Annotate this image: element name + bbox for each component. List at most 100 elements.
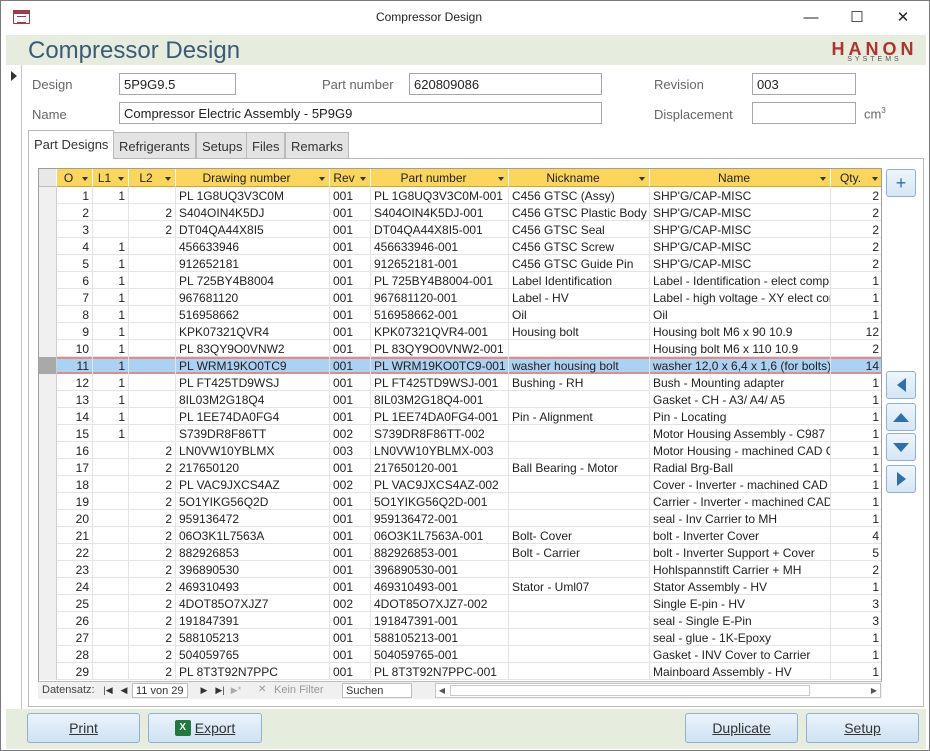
table-cell[interactable]: 11 <box>57 357 93 374</box>
table-cell[interactable] <box>129 272 176 289</box>
table-row[interactable]: 25 2 4DOT85O7XJZ7 002 4DOT85O7XJZ7-002 Single… <box>39 595 881 612</box>
table-cell[interactable]: 001 <box>330 561 371 578</box>
table-cell[interactable]: 2 <box>129 510 176 527</box>
table-cell[interactable]: Oil <box>650 306 831 323</box>
table-cell[interactable]: 1 <box>831 289 881 306</box>
table-cell[interactable]: PL 1EE74DA0FG4-001 <box>371 408 509 425</box>
table-cell[interactable] <box>129 323 176 340</box>
table-cell[interactable]: 12 <box>57 374 93 391</box>
table-cell[interactable]: 7 <box>57 289 93 306</box>
tab-part-designs[interactable]: Part Designs <box>28 130 115 159</box>
table-cell[interactable]: Pin - Locating <box>650 408 831 425</box>
table-cell[interactable]: Housing bolt M6 x 110 10.9 <box>650 340 831 357</box>
table-row[interactable]: 7 1 967681120 001 967681120-001 Label - HV Lab… <box>39 289 881 306</box>
table-cell[interactable]: 20 <box>57 510 93 527</box>
record-selector[interactable] <box>6 65 22 709</box>
design-field[interactable]: 5P9G9.5 <box>119 73 236 95</box>
table-cell[interactable] <box>509 340 650 357</box>
table-cell[interactable]: Housing bolt <box>509 323 650 340</box>
table-cell[interactable]: seal - glue - 1K-Epoxy <box>650 629 831 646</box>
table-cell[interactable]: 3 <box>831 612 881 629</box>
table-cell[interactable]: 001 <box>330 204 371 221</box>
current-record-field[interactable]: 11 von 29 <box>132 683 188 698</box>
column-header[interactable]: Part number <box>371 169 509 187</box>
column-header[interactable]: L1 <box>93 169 129 187</box>
table-cell[interactable]: Label - Identification - elect compr <box>650 272 831 289</box>
table-cell[interactable] <box>93 204 129 221</box>
table-cell[interactable]: 2 <box>129 527 176 544</box>
first-record-button[interactable]: |◀ <box>102 683 114 697</box>
row-selector[interactable] <box>39 612 57 629</box>
table-cell[interactable]: 588105213-001 <box>371 629 509 646</box>
row-selector[interactable] <box>39 289 57 306</box>
row-selector[interactable] <box>39 442 57 459</box>
table-cell[interactable]: 2 <box>129 578 176 595</box>
table-cell[interactable] <box>93 510 129 527</box>
row-selector[interactable] <box>39 391 57 408</box>
table-cell[interactable]: 1 <box>831 578 881 595</box>
table-cell[interactable]: 29 <box>57 663 93 680</box>
select-all-corner[interactable] <box>39 169 57 187</box>
table-cell[interactable]: 001 <box>330 391 371 408</box>
table-cell[interactable]: 959136472-001 <box>371 510 509 527</box>
table-cell[interactable] <box>509 595 650 612</box>
table-cell[interactable]: 504059765 <box>176 646 330 663</box>
table-cell[interactable] <box>509 629 650 646</box>
table-row[interactable]: 20 2 959136472 001 959136472-001 seal - Inv C… <box>39 510 881 527</box>
table-cell[interactable] <box>93 459 129 476</box>
duplicate-button[interactable]: Duplicate <box>685 713 798 743</box>
table-cell[interactable]: 5 <box>831 544 881 561</box>
table-cell[interactable]: 2 <box>831 187 881 204</box>
row-selector[interactable] <box>39 255 57 272</box>
row-selector[interactable] <box>39 221 57 238</box>
table-cell[interactable]: 001 <box>330 374 371 391</box>
table-cell[interactable]: S739DR8F86TT <box>176 425 330 442</box>
table-cell[interactable]: 001 <box>330 510 371 527</box>
table-cell[interactable]: 588105213 <box>176 629 330 646</box>
table-cell[interactable]: KPK07321QVR4-001 <box>371 323 509 340</box>
table-cell[interactable]: 6 <box>57 272 93 289</box>
table-row[interactable]: 1 1 PL 1G8UQ3V3C0M 001 PL 1G8UQ3V3C0M-001 C45… <box>39 187 881 204</box>
move-left-button[interactable] <box>886 371 916 399</box>
table-cell[interactable]: 001 <box>330 646 371 663</box>
table-cell[interactable]: PL 725BY4B8004 <box>176 272 330 289</box>
table-cell[interactable]: DT04QA44X8I5 <box>176 221 330 238</box>
table-cell[interactable]: Single E-pin - HV <box>650 595 831 612</box>
table-cell[interactable]: Label Identification <box>509 272 650 289</box>
table-cell[interactable]: LN0VW10YBLMX-003 <box>371 442 509 459</box>
table-cell[interactable]: 4 <box>831 527 881 544</box>
table-cell[interactable]: 26 <box>57 612 93 629</box>
row-selector[interactable] <box>39 204 57 221</box>
table-cell[interactable]: 5 <box>57 255 93 272</box>
minimize-button[interactable]: — <box>788 1 834 33</box>
table-row[interactable]: 15 1 S739DR8F86TT 002 S739DR8F86TT-002 Motor … <box>39 425 881 442</box>
table-cell[interactable]: 2 <box>831 561 881 578</box>
table-cell[interactable]: 217650120-001 <box>371 459 509 476</box>
table-cell[interactable]: 1 <box>93 340 129 357</box>
table-cell[interactable]: PL 8T3T92N7PPC <box>176 663 330 680</box>
table-cell[interactable]: 001 <box>330 544 371 561</box>
table-cell[interactable]: 22 <box>57 544 93 561</box>
table-cell[interactable]: 2 <box>831 204 881 221</box>
table-cell[interactable]: Label - high voltage - XY elect compr <box>650 289 831 306</box>
table-cell[interactable]: washer 12,0 x 6,4 x 1,6 (for bolts) <box>650 357 831 374</box>
table-cell[interactable]: 4 <box>57 238 93 255</box>
row-selector[interactable] <box>39 272 57 289</box>
table-cell[interactable]: 4DOT85O7XJZ7 <box>176 595 330 612</box>
table-cell[interactable]: 1 <box>93 255 129 272</box>
table-cell[interactable] <box>129 340 176 357</box>
column-header[interactable]: L2 <box>129 169 176 187</box>
table-cell[interactable]: Hohlspannstift Carrier + MH <box>650 561 831 578</box>
tab-setups[interactable]: Setups <box>196 132 249 158</box>
table-cell[interactable] <box>129 425 176 442</box>
table-cell[interactable]: 1 <box>93 187 129 204</box>
table-cell[interactable]: 001 <box>330 238 371 255</box>
table-cell[interactable] <box>93 476 129 493</box>
table-row[interactable]: 8 1 516958662 001 516958662-001 Oil Oil 1 <box>39 306 881 323</box>
table-cell[interactable]: 2 <box>129 595 176 612</box>
table-cell[interactable]: 18 <box>57 476 93 493</box>
table-cell[interactable]: 002 <box>330 476 371 493</box>
table-cell[interactable]: 14 <box>57 408 93 425</box>
table-row[interactable]: 2 2 S404OIN4K5DJ 001 S404OIN4K5DJ-001 C456 GT… <box>39 204 881 221</box>
table-cell[interactable]: C456 GTSC Plastic Body <box>509 204 650 221</box>
